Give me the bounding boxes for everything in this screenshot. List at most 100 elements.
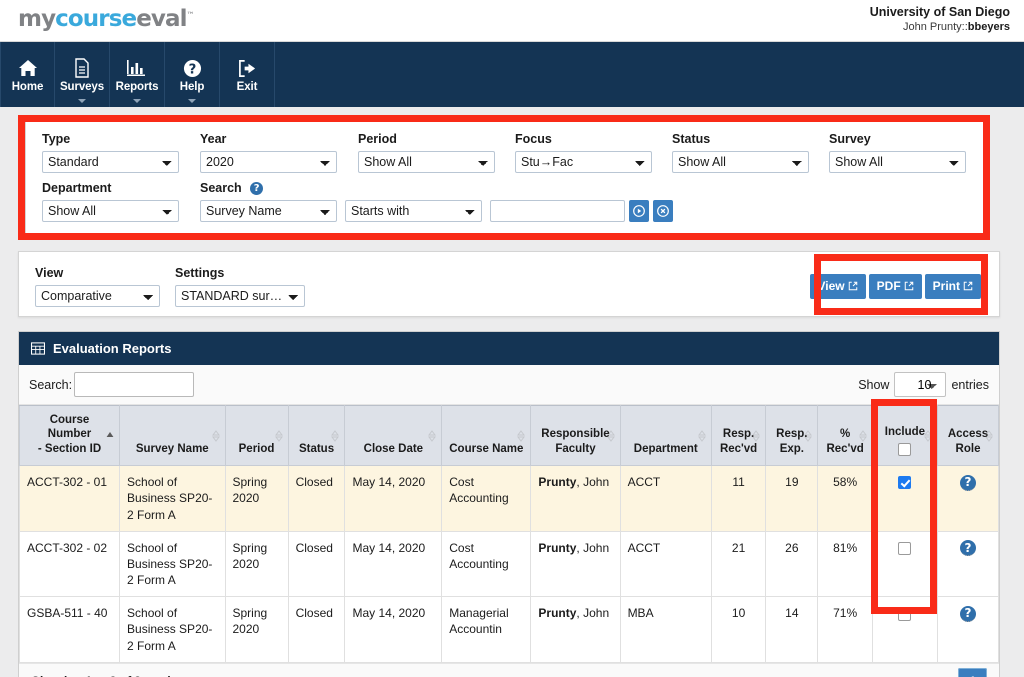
report-action-buttons: View PDF Print — [809, 274, 981, 299]
column-header-period[interactable]: Period — [224, 404, 289, 467]
select-type[interactable]: Standard — [42, 151, 179, 173]
include-checkbox[interactable] — [898, 542, 912, 556]
cell-course-name: Managerial Accountin — [441, 596, 532, 663]
sign-out-icon — [237, 58, 258, 78]
page-button-1[interactable]: 1 — [958, 667, 987, 677]
pdf-report-button[interactable]: PDF — [868, 274, 922, 299]
chevron-down-icon — [188, 99, 196, 103]
table-row[interactable]: ACCT-302 - 01 School of Business SP20-2 … — [18, 465, 999, 532]
column-label-survey-name: Survey Name — [135, 442, 209, 455]
search-clear-button[interactable] — [653, 200, 673, 222]
nav-item-help[interactable]: ? Help — [165, 42, 220, 107]
sort-asc-icon — [106, 430, 114, 442]
print-button-label: Print — [932, 279, 960, 293]
external-link-icon — [904, 281, 913, 291]
cell-course-number: ACCT-302 - 02 — [18, 530, 121, 598]
label-department: Department — [42, 181, 112, 195]
print-report-button[interactable]: Print — [924, 274, 981, 299]
column-header-survey-name[interactable]: Survey Name — [119, 404, 226, 467]
nav-item-reports[interactable]: Reports — [110, 42, 165, 107]
cell-survey-name: School of Business SP20-2 Form A — [119, 530, 226, 598]
column-header-responsible-faculty[interactable]: Responsible Faculty — [530, 404, 621, 467]
label-settings: Settings — [175, 266, 225, 280]
cell-include — [871, 465, 939, 532]
column-label-status: Status — [298, 442, 335, 455]
filter-group-period: Period Show All — [358, 132, 515, 173]
table-row[interactable]: ACCT-302 - 02 School of Business SP20-2 … — [18, 530, 999, 598]
select-period[interactable]: Show All — [358, 151, 495, 173]
column-header-status[interactable]: Status — [287, 404, 346, 467]
evaluation-reports-panel: Evaluation Reports Search: Show 10 entri… — [18, 331, 1000, 677]
column-label-course-name: Course Name — [449, 442, 524, 455]
search-text-input[interactable] — [490, 200, 625, 222]
home-icon — [18, 58, 38, 78]
column-header-close-date[interactable]: Close Date — [344, 404, 443, 467]
sort-none-icon — [858, 429, 867, 442]
cell-access-role: ? — [937, 530, 999, 598]
column-header-course-name[interactable]: Course Name — [441, 404, 532, 467]
external-link-icon — [963, 281, 973, 291]
cell-period: Spring 2020 — [224, 465, 289, 532]
select-department[interactable]: Show All — [42, 200, 179, 222]
include-select-all-checkbox[interactable] — [898, 443, 912, 457]
nav-item-exit[interactable]: Exit — [220, 42, 275, 107]
select-status[interactable]: Show All — [672, 151, 809, 173]
cell-close-date: May 14, 2020 — [344, 530, 443, 598]
column-header-access-role[interactable]: Access Role — [937, 404, 999, 467]
view-button-label: View — [817, 279, 845, 293]
evaluation-reports-table: Course Number - Section ID Survey Name P… — [18, 404, 999, 663]
page-size-control: Show 10 entries — [858, 372, 989, 397]
search-go-button[interactable] — [629, 200, 649, 222]
faculty-first-name: , John — [576, 540, 610, 555]
reports-panel-header: Evaluation Reports — [19, 332, 999, 365]
select-focus[interactable]: Stu→Fac — [515, 151, 652, 173]
cell-resp-exp: 26 — [765, 530, 819, 598]
column-label-close-date: Close Date — [363, 442, 424, 455]
question-circle-icon[interactable]: ? — [960, 474, 977, 491]
filter-panel: Type Standard Year 2020 Period Show All — [25, 115, 986, 237]
include-checkbox[interactable] — [898, 607, 912, 621]
nav-item-home[interactable]: Home — [0, 42, 55, 107]
label-type: Type — [42, 132, 71, 146]
nav-label-help: Help — [179, 81, 205, 93]
column-header-include[interactable]: Include — [871, 404, 939, 467]
cell-department: ACCT — [619, 530, 712, 598]
table-row[interactable]: GSBA-511 - 40 School of Business SP20-2 … — [18, 596, 999, 663]
cell-access-role: ? — [937, 465, 999, 532]
view-report-button[interactable]: View — [809, 274, 866, 299]
select-search-field[interactable]: Survey Name — [200, 200, 337, 222]
column-label-period: Period — [238, 442, 275, 455]
nav-label-reports: Reports — [115, 81, 159, 93]
select-survey[interactable]: Show All — [829, 151, 966, 173]
sort-none-icon — [924, 429, 933, 442]
nav-item-surveys[interactable]: Surveys — [55, 42, 110, 107]
column-label-department: Department — [633, 442, 698, 455]
label-survey: Survey — [829, 132, 871, 146]
column-header-resp-exp[interactable]: Resp. Exp. — [765, 404, 819, 467]
select-search-operator[interactable]: Starts with — [345, 200, 482, 222]
faculty-last-name: Prunty — [538, 475, 577, 490]
column-header-pct-recvd[interactable]: % Rec'vd — [817, 404, 873, 467]
cell-close-date: May 14, 2020 — [344, 596, 443, 663]
chevron-down-icon — [133, 99, 141, 103]
faculty-first-name: , John — [576, 475, 610, 490]
user-info: University of San Diego John Prunty::bbe… — [870, 5, 1010, 34]
page-size-select[interactable]: 10 — [894, 372, 947, 397]
table-search-input[interactable] — [74, 372, 195, 397]
cell-survey-name: School of Business SP20-2 Form A — [119, 465, 226, 532]
label-focus: Focus — [515, 132, 552, 146]
select-view[interactable]: Comparative — [35, 285, 160, 307]
include-checkbox[interactable] — [898, 476, 912, 490]
table-icon — [31, 342, 45, 355]
select-year[interactable]: 2020 — [200, 151, 337, 173]
question-circle-icon[interactable]: ? — [960, 540, 977, 557]
column-header-resp-recvd[interactable]: Resp. Rec'vd — [710, 404, 767, 467]
column-header-course-number[interactable]: Course Number - Section ID — [18, 404, 121, 467]
view-settings-panel: View Comparative Settings STANDARD surve… — [18, 251, 1000, 317]
question-circle-icon[interactable]: ? — [250, 182, 264, 195]
sort-none-icon — [697, 429, 706, 442]
column-header-department[interactable]: Department — [619, 404, 712, 467]
select-settings[interactable]: STANDARD surve... — [175, 285, 305, 307]
app-logo[interactable]: mycourseeval™ — [18, 6, 195, 32]
question-circle-icon[interactable]: ? — [960, 605, 977, 622]
